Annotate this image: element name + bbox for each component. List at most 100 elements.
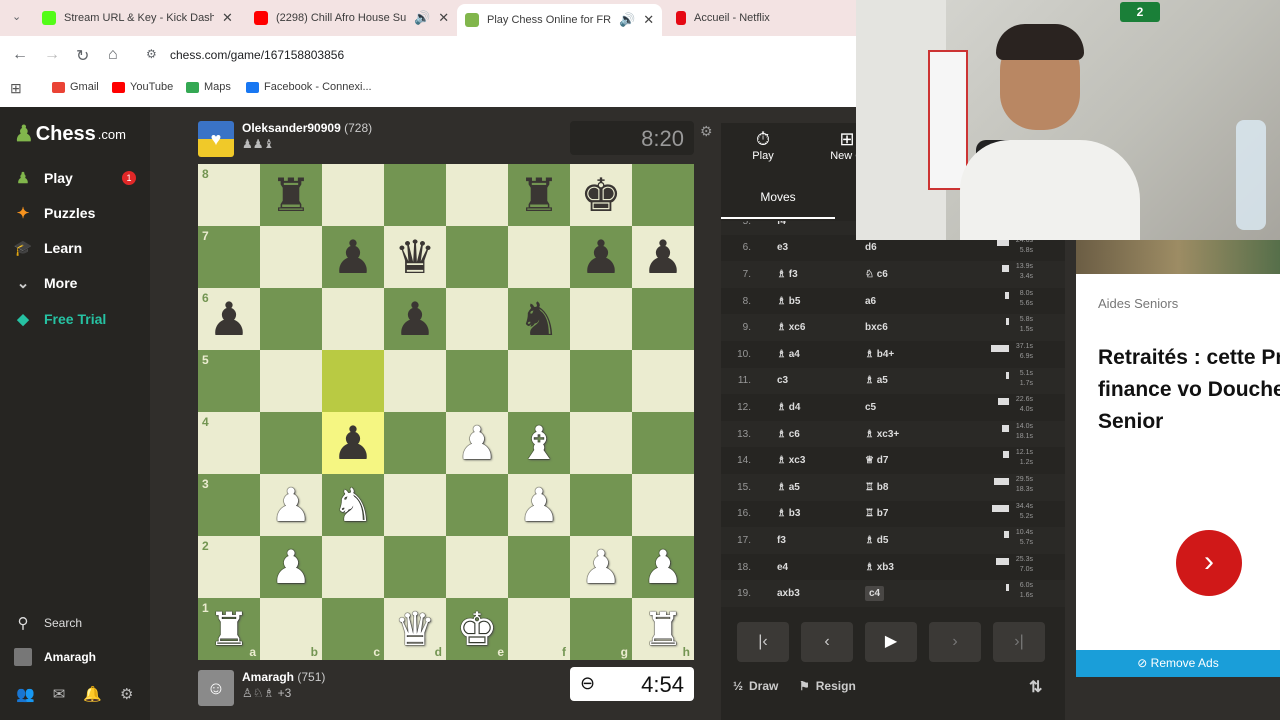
square-g1[interactable]: g: [570, 598, 632, 660]
square-f5[interactable]: [508, 350, 570, 412]
first-move-button[interactable]: |‹: [737, 622, 789, 662]
white-bishop-icon[interactable]: ♝: [518, 420, 559, 466]
black-pawn-icon[interactable]: ♟: [580, 234, 621, 280]
black-move[interactable]: ♖ b8: [865, 482, 888, 493]
black-move[interactable]: ♗ xc3+: [865, 429, 899, 440]
square-f3[interactable]: ♟: [508, 474, 570, 536]
board-settings-gear-icon[interactable]: ⚙: [700, 123, 713, 140]
square-d6[interactable]: ♟: [384, 288, 446, 350]
sidebar-item-free-trial[interactable]: ◆ Free Trial: [14, 310, 106, 328]
white-pawn-icon[interactable]: ♟: [642, 544, 683, 590]
white-knight-icon[interactable]: ♞: [332, 482, 373, 528]
avatar[interactable]: ☺: [198, 670, 234, 706]
square-h1[interactable]: h ♜: [632, 598, 694, 660]
sidebar-item-play[interactable]: ♟ Play: [14, 169, 73, 187]
white-move[interactable]: ♗ d4: [777, 402, 800, 413]
white-move[interactable]: ♗ xc6: [777, 322, 805, 333]
flip-board-icon[interactable]: ⇅: [1029, 677, 1042, 697]
speaker-icon[interactable]: 🔊: [619, 12, 635, 28]
bell-icon[interactable]: 🔔: [83, 685, 102, 703]
square-g4[interactable]: [570, 412, 632, 474]
black-pawn-icon[interactable]: ♟: [332, 420, 373, 466]
draw-button[interactable]: ½ Draw: [733, 679, 778, 693]
black-pawn-icon[interactable]: ♟: [642, 234, 683, 280]
white-move[interactable]: ♗ c6: [777, 429, 800, 440]
white-pawn-icon[interactable]: ♟: [580, 544, 621, 590]
black-move[interactable]: c4: [865, 586, 885, 602]
black-knight-icon[interactable]: ♞: [518, 296, 559, 342]
square-e6[interactable]: [446, 288, 508, 350]
white-move[interactable]: ♗ b3: [777, 508, 800, 519]
home-icon[interactable]: ⌂: [108, 46, 118, 64]
white-move[interactable]: e4: [777, 562, 788, 573]
apps-grid-icon[interactable]: ⊞: [10, 80, 22, 97]
black-rook-icon[interactable]: ♜: [518, 172, 559, 218]
square-h3[interactable]: [632, 474, 694, 536]
play-button[interactable]: ▶: [865, 622, 917, 662]
white-rook-icon[interactable]: ♜: [208, 606, 249, 652]
friends-icon[interactable]: 👥: [16, 685, 35, 703]
square-h2[interactable]: ♟: [632, 536, 694, 598]
bookmark-youtube[interactable]: YouTube: [112, 81, 173, 93]
close-icon[interactable]: ✕: [438, 10, 449, 26]
black-pawn-icon[interactable]: ♟: [208, 296, 249, 342]
ad-title[interactable]: Retraités : cette Prime finance vo Douch…: [1098, 342, 1280, 438]
square-e2[interactable]: [446, 536, 508, 598]
square-a1[interactable]: 1 a ♜: [198, 598, 260, 660]
square-a6[interactable]: 6 ♟: [198, 288, 260, 350]
black-move[interactable]: c5: [865, 402, 876, 413]
white-move[interactable]: f4: [777, 221, 786, 227]
square-c5[interactable]: [322, 350, 384, 412]
white-move[interactable]: ♗ b5: [777, 296, 800, 307]
white-king-icon[interactable]: ♚: [456, 606, 497, 652]
square-e4[interactable]: ♟: [446, 412, 508, 474]
black-queen-icon[interactable]: ♛: [394, 234, 435, 280]
square-e1[interactable]: e ♚: [446, 598, 508, 660]
white-queen-icon[interactable]: ♛: [394, 606, 435, 652]
square-d1[interactable]: d ♛: [384, 598, 446, 660]
square-b4[interactable]: [260, 412, 322, 474]
square-e7[interactable]: [446, 226, 508, 288]
square-a5[interactable]: 5: [198, 350, 260, 412]
white-move[interactable]: ♗ a4: [777, 349, 800, 360]
black-move[interactable]: a6: [865, 296, 876, 307]
back-arrow-icon[interactable]: ←: [12, 46, 28, 64]
browser-tab-youtube[interactable]: (2298) Chill Afro House Sun 🔊 ✕: [246, 4, 457, 32]
previous-move-button[interactable]: ‹: [801, 622, 853, 662]
black-move[interactable]: ♗ b4+: [865, 349, 894, 360]
square-g7[interactable]: ♟: [570, 226, 632, 288]
ad-arrow-button[interactable]: ›: [1176, 530, 1242, 596]
square-f7[interactable]: [508, 226, 570, 288]
square-c7[interactable]: ♟: [322, 226, 384, 288]
square-b3[interactable]: ♟: [260, 474, 322, 536]
white-move[interactable]: c3: [777, 375, 788, 386]
settings-gear-icon[interactable]: ⚙: [120, 685, 133, 703]
browser-tab-netflix[interactable]: Accueil - Netflix: [668, 4, 852, 32]
square-c3[interactable]: ♞: [322, 474, 384, 536]
square-f1[interactable]: f: [508, 598, 570, 660]
square-g3[interactable]: [570, 474, 632, 536]
white-pawn-icon[interactable]: ♟: [456, 420, 497, 466]
square-f4[interactable]: ♝: [508, 412, 570, 474]
square-b1[interactable]: b: [260, 598, 322, 660]
bookmark-gmail[interactable]: Gmail: [52, 81, 99, 93]
square-a8[interactable]: 8: [198, 164, 260, 226]
square-h8[interactable]: [632, 164, 694, 226]
url-field[interactable]: ⚙ chess.com/game/167158803856: [140, 41, 850, 69]
white-move[interactable]: ♗ a5: [777, 482, 800, 493]
black-move[interactable]: ♘ c6: [865, 269, 888, 280]
black-king-icon[interactable]: ♚: [580, 172, 621, 218]
square-d3[interactable]: [384, 474, 446, 536]
square-b2[interactable]: ♟: [260, 536, 322, 598]
white-move[interactable]: e3: [777, 242, 788, 253]
square-d8[interactable]: [384, 164, 446, 226]
black-move[interactable]: ♗ a5: [865, 375, 888, 386]
white-rook-icon[interactable]: ♜: [642, 606, 683, 652]
sidebar-item-more[interactable]: ⌄ More: [14, 274, 78, 292]
chess-logo[interactable]: ♟ Chess .com: [14, 121, 126, 147]
square-a2[interactable]: 2: [198, 536, 260, 598]
square-g8[interactable]: ♚: [570, 164, 632, 226]
square-b8[interactable]: ♜: [260, 164, 322, 226]
square-e5[interactable]: [446, 350, 508, 412]
black-move[interactable]: ♕ d7: [865, 455, 888, 466]
